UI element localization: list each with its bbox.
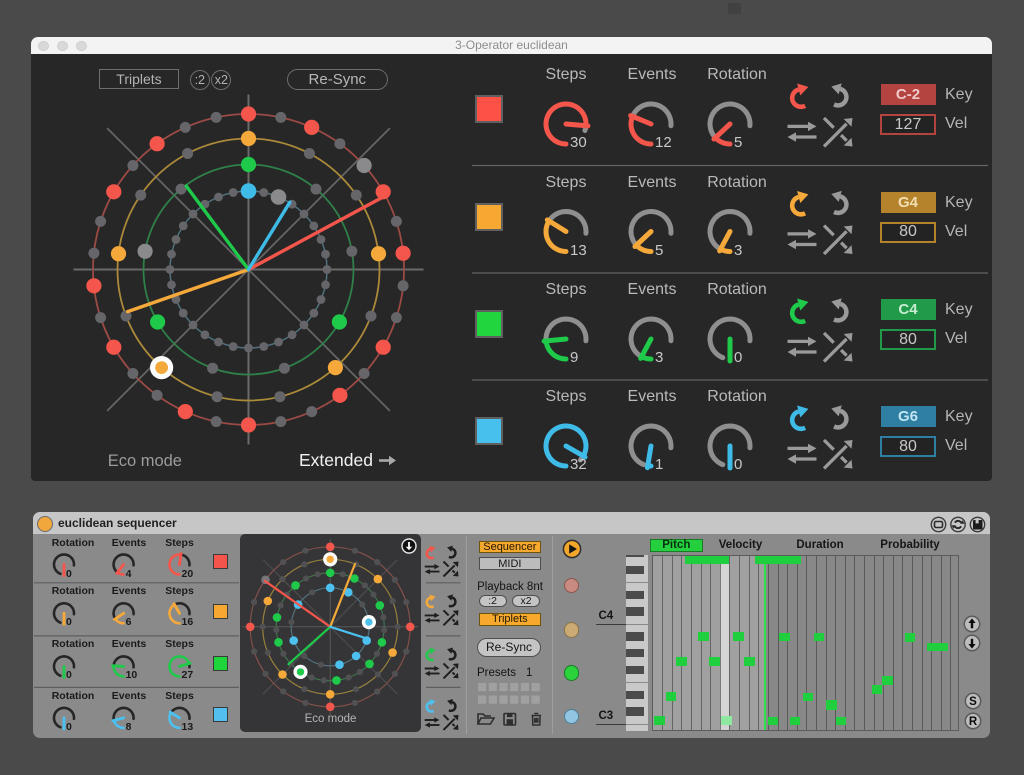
svg-text:R: R bbox=[968, 716, 977, 728]
svg-text:S: S bbox=[969, 696, 977, 708]
